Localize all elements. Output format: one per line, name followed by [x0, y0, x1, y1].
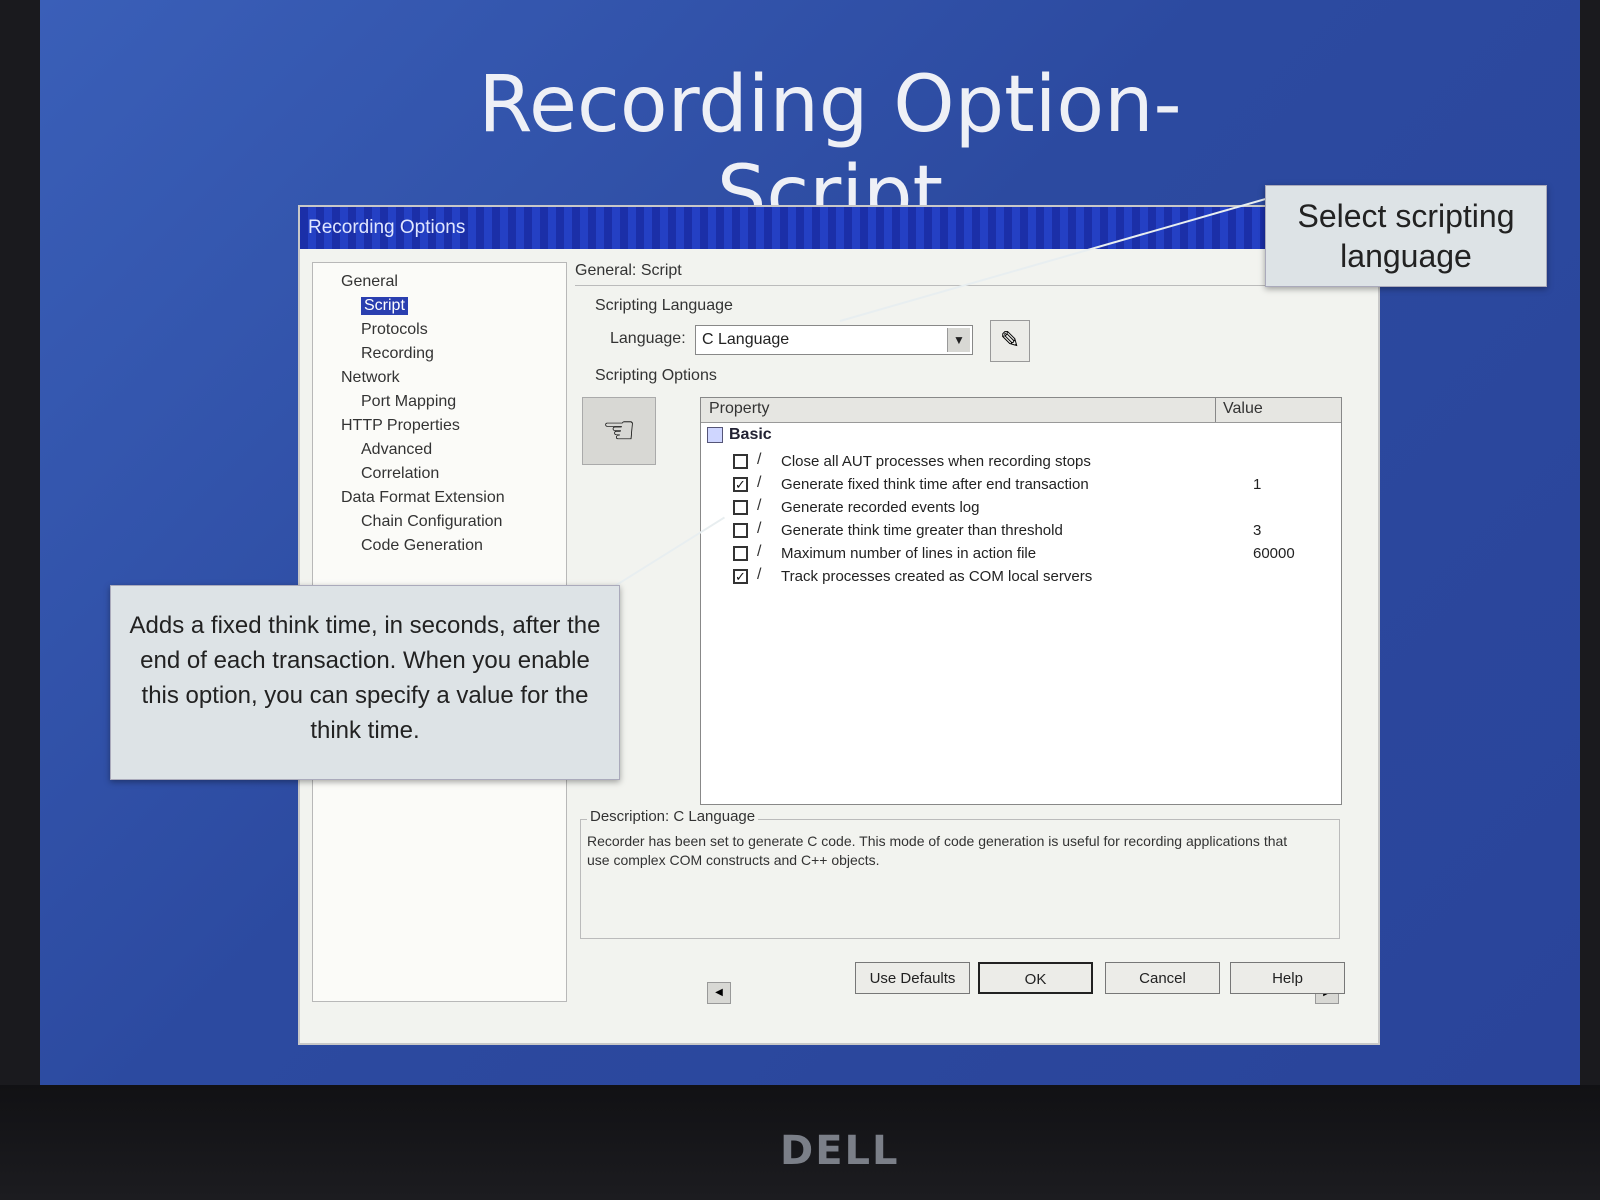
option-row[interactable]: / Close all AUT processes when recording … — [733, 451, 1333, 474]
tree-item-script[interactable]: Script — [361, 297, 408, 315]
use-defaults-button[interactable]: Use Defaults — [855, 962, 970, 994]
pen-icon: / — [757, 543, 762, 560]
description-box: Description: C Language Recorder has bee… — [580, 808, 1340, 939]
ok-button[interactable]: OK — [978, 962, 1093, 994]
option-value[interactable]: 3 — [1253, 522, 1261, 539]
tree-item-port-mapping[interactable]: Port Mapping — [361, 393, 456, 411]
language-select-value: C Language — [702, 331, 790, 348]
tree-item-code-generation[interactable]: Code Generation — [361, 537, 483, 555]
cancel-button[interactable]: Cancel — [1105, 962, 1220, 994]
pen-icon: / — [757, 520, 762, 537]
tree-item-advanced[interactable]: Advanced — [361, 441, 432, 459]
option-checkbox[interactable] — [733, 523, 748, 538]
pen-icon: / — [757, 497, 762, 514]
option-label: Maximum number of lines in action file — [781, 545, 1037, 562]
callout-select-language: Select scripting language — [1265, 185, 1547, 287]
grid-group-label: Basic — [729, 426, 772, 443]
tree-item-protocols[interactable]: Protocols — [361, 321, 428, 339]
script-language-icon[interactable]: ✎ — [990, 320, 1030, 362]
tree-item-chain-configuration[interactable]: Chain Configuration — [361, 513, 502, 531]
option-checkbox[interactable] — [733, 454, 748, 469]
option-label: Generate fixed think time after end tran… — [781, 476, 1089, 493]
option-row[interactable]: / Generate recorded events log — [733, 497, 1333, 520]
tree-item-network[interactable]: Network — [341, 369, 400, 387]
pen-icon: / — [757, 451, 762, 468]
callout-think-time: Adds a fixed think time, in seconds, aft… — [110, 585, 620, 780]
option-value[interactable]: 1 — [1253, 476, 1261, 493]
tree-item-data-format-extension[interactable]: Data Format Extension — [341, 489, 505, 507]
pen-icon: / — [757, 474, 762, 491]
tree-item-correlation[interactable]: Correlation — [361, 465, 439, 483]
column-header-property[interactable]: Property — [709, 400, 769, 418]
option-checkbox[interactable] — [733, 546, 748, 561]
option-row[interactable]: / Maximum number of lines in action file 6… — [733, 543, 1333, 566]
scripting-language-group-label: Scripting Language — [595, 297, 733, 314]
option-checkbox[interactable]: ✓ — [733, 569, 748, 584]
option-checkbox[interactable] — [733, 500, 748, 515]
option-row[interactable]: ✓ / Track processes created as COM local s… — [733, 566, 1333, 589]
help-button[interactable]: Help — [1230, 962, 1345, 994]
language-label: Language: — [610, 330, 686, 347]
option-label: Track processes created as COM local ser… — [781, 568, 1093, 585]
option-value[interactable]: 60000 — [1253, 545, 1295, 562]
hand-pointer-icon: ☜ — [582, 397, 656, 465]
tree-item-http-properties[interactable]: HTTP Properties — [341, 417, 460, 435]
panel-breadcrumb: General: Script — [575, 262, 682, 279]
scripting-options-group-label: Scripting Options — [595, 367, 717, 384]
brand-logo: DELL — [780, 1128, 900, 1174]
option-row[interactable]: / Generate think time greater than thresh… — [733, 520, 1333, 543]
pen-icon: / — [757, 566, 762, 583]
language-select[interactable]: C Language ▼ — [695, 325, 973, 355]
collapse-icon[interactable] — [707, 426, 723, 443]
option-label: Close all AUT processes when recording s… — [781, 453, 1091, 470]
scripting-options-grid[interactable]: Property Value Basic / Close all AUT proc… — [700, 397, 1342, 1004]
grid-group-basic[interactable]: Basic — [707, 426, 772, 444]
grid-header: Property Value — [701, 398, 1341, 423]
description-title: Description: C Language — [587, 808, 759, 825]
scroll-left-icon[interactable]: ◀ — [707, 982, 731, 1004]
option-label: Generate think time greater than thresho… — [781, 522, 1063, 539]
monitor-screen: Recording Option-Script Recording Option… — [40, 0, 1580, 1085]
tree-item-recording[interactable]: Recording — [361, 345, 434, 363]
column-separator[interactable] — [1215, 398, 1216, 422]
description-text: Recorder has been set to generate C code… — [587, 833, 1288, 868]
option-label: Generate recorded events log — [781, 499, 980, 516]
chevron-down-icon[interactable]: ▼ — [947, 328, 970, 352]
tree-item-general[interactable]: General — [341, 273, 398, 291]
option-checkbox[interactable]: ✓ — [733, 477, 748, 492]
column-header-value[interactable]: Value — [1223, 400, 1263, 418]
option-row[interactable]: ✓ / Generate fixed think time after end tr… — [733, 474, 1333, 497]
